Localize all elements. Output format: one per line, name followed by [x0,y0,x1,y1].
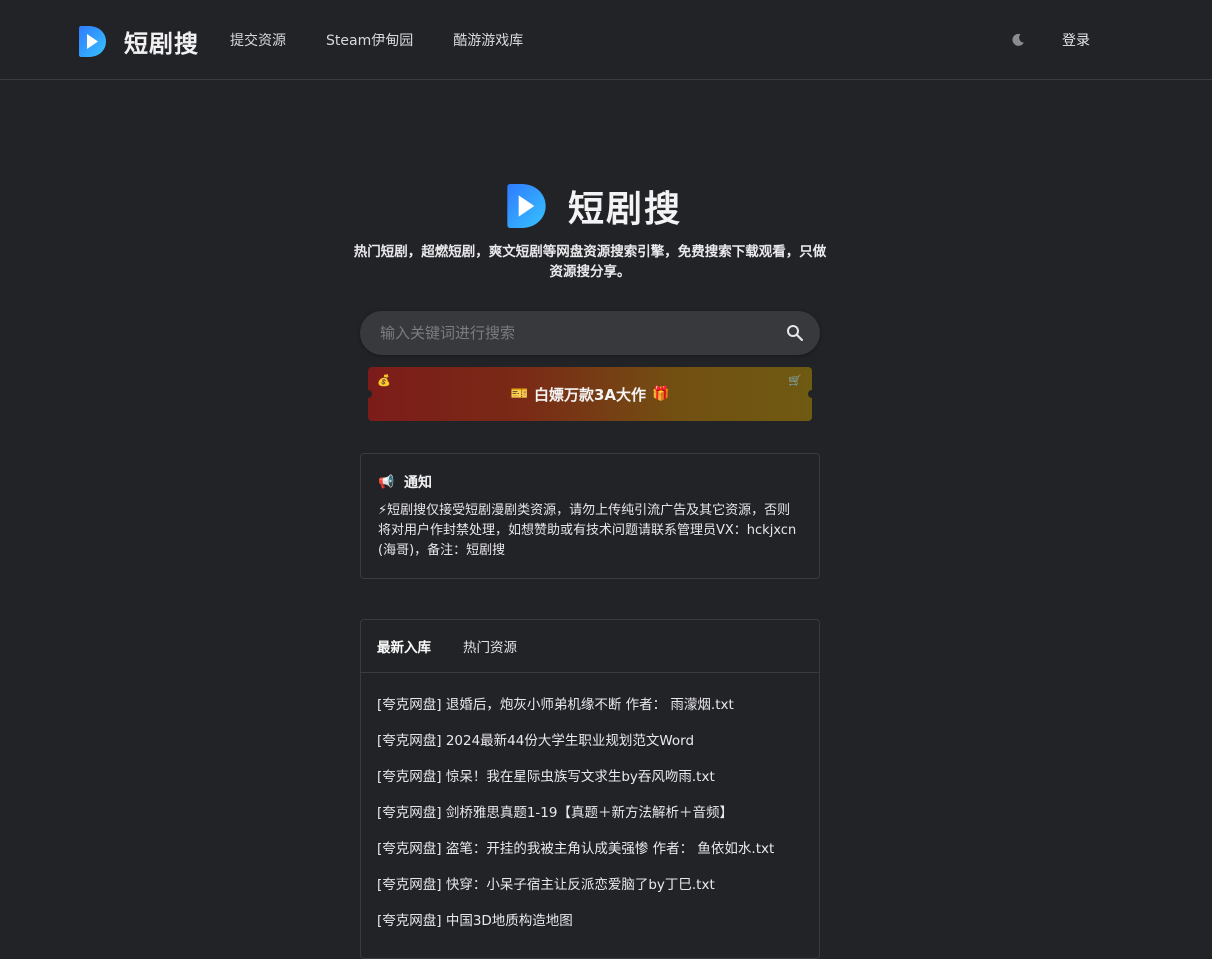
list-item[interactable]: [夸克网盘] 中国3D地质构造地图 [377,909,819,945]
list-item[interactable]: [夸克网盘] 退婚后，炮灰小师弟机缘不断 作者： 雨濛烟.txt [377,693,819,729]
logo-icon [507,184,546,228]
promo-label: 白嫖万款3A大作 [533,385,647,404]
money-bag-icon: 💰 [377,374,391,387]
logo-icon [79,26,106,57]
top-navbar: 短剧搜 提交资源 Steam伊甸园 酷游游戏库 登录 [0,0,1212,80]
nav-steam-eden[interactable]: Steam伊甸园 [326,30,413,50]
moon-icon[interactable] [1010,32,1026,48]
promo-label-wrap: 🎫 白嫖万款3A大作 🎁 [511,384,670,405]
ticket-notch [808,390,816,398]
tab-popular[interactable]: 热门资源 [463,636,517,656]
list-item[interactable]: [夸克网盘] 剑桥雅思真题1-19【真题＋新方法解析＋音频】 [377,801,819,837]
notice-title: 通知 [404,475,432,491]
search-icon [787,325,804,342]
megaphone-icon: 📢 [378,474,395,490]
main-nav: 提交资源 Steam伊甸园 酷游游戏库 [230,30,563,50]
notice-card: 📢 通知 ⚡短剧搜仅接受短剧漫剧类资源，请勿上传纯引流广告及其它资源，否则将对用… [360,453,820,579]
ticket-icon: 🎫 [510,386,528,402]
nav-game-library[interactable]: 酷游游戏库 [453,30,523,50]
brand-name: 短剧搜 [124,30,199,58]
tagline: 热门短剧，超燃短剧，爽文短剧等网盘资源搜索引擎，免费搜索下载观看，只做资源搜分享… [353,244,827,280]
nav-submit-resource[interactable]: 提交资源 [230,30,286,50]
brand-link[interactable]: 短剧搜 [79,24,199,59]
tab-latest[interactable]: 最新入库 [377,636,431,656]
list-item[interactable]: [夸克网盘] 2024最新44份大学生职业规划范文Word [377,729,819,765]
ticket-notch [364,390,372,398]
notice-body: ⚡短剧搜仅接受短剧漫剧类资源，请勿上传纯引流广告及其它资源，否则将对用户作封禁处… [378,503,797,558]
login-button[interactable]: 登录 [1062,30,1090,50]
search-button[interactable] [770,311,820,355]
gift-icon: 🎁 [652,386,670,402]
resource-tabs: 最新入库 热门资源 [361,620,819,673]
list-item[interactable]: [夸克网盘] 盗笔：开挂的我被主角认成美强惨 作者： 鱼依如水.txt [377,837,819,873]
resource-list: [夸克网盘] 退婚后，炮灰小师弟机缘不断 作者： 雨濛烟.txt [夸克网盘] … [361,673,819,945]
hero-title: 短剧搜 [568,189,683,230]
search-bar [360,311,820,355]
search-input[interactable] [360,311,770,355]
hero-logo: 短剧搜 [507,180,682,232]
notice-header: 📢 通知 [378,472,803,492]
list-item[interactable]: [夸克网盘] 惊呆！我在星际虫族写文求生by吞风吻雨.txt [377,765,819,801]
list-item[interactable]: [夸克网盘] 快穿：小呆子宿主让反派恋爱脑了by丁巳.txt [377,873,819,909]
cart-icon: 🛒 [788,374,802,387]
promo-banner[interactable]: 💰 🛒 🎫 白嫖万款3A大作 🎁 [364,367,816,421]
resource-list-card: 最新入库 热门资源 [夸克网盘] 退婚后，炮灰小师弟机缘不断 作者： 雨濛烟.t… [360,619,820,959]
